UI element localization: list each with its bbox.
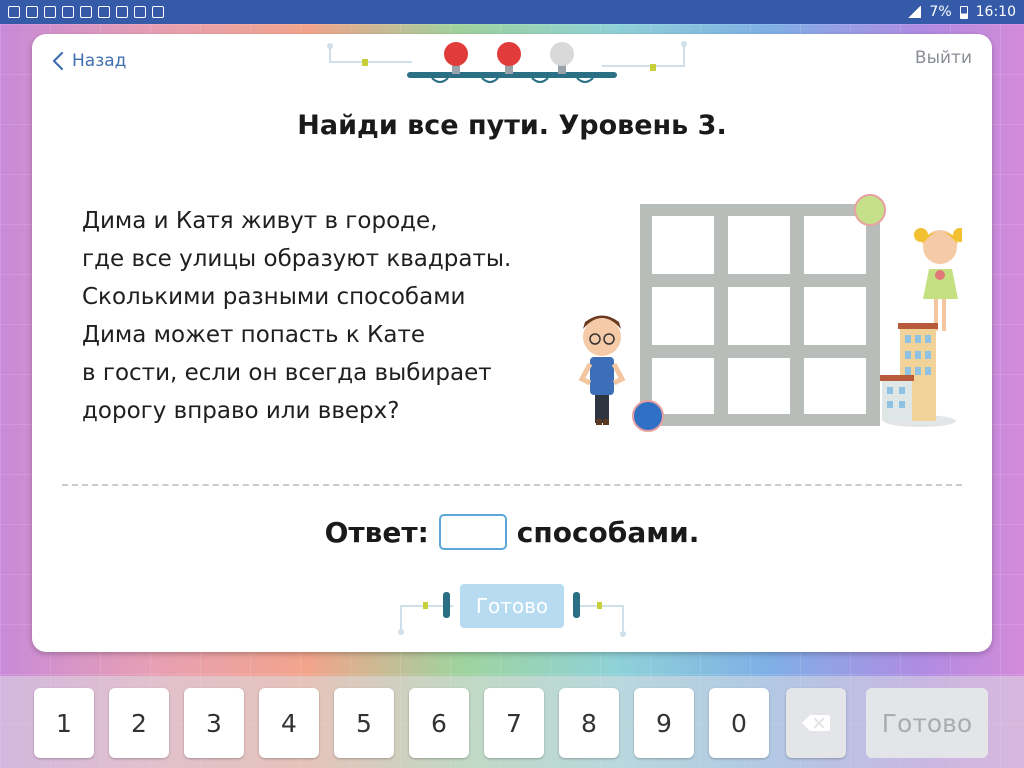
exit-button[interactable]: Выйти xyxy=(915,48,972,68)
keypad-done-button[interactable]: Готово xyxy=(866,688,988,758)
battery-icon xyxy=(959,5,968,19)
notification-icon xyxy=(26,6,38,18)
problem-line: в гости, если он всегда выбирает xyxy=(82,360,492,386)
key-1[interactable]: 1 xyxy=(34,688,94,758)
answer-row: Ответ: способами. xyxy=(32,512,992,552)
progress-lights xyxy=(327,41,687,83)
system-icons: 7% 16:10 xyxy=(907,4,1016,20)
light-bulb-icon xyxy=(444,42,468,74)
notification-icon xyxy=(8,6,20,18)
notification-icon xyxy=(152,6,164,18)
task-card: Назад Выйти Найди все пути. Уровень 3. Д… xyxy=(32,34,992,652)
back-button[interactable]: Назад xyxy=(50,48,126,74)
house-icon xyxy=(880,323,938,421)
ready-button[interactable]: Готово xyxy=(460,584,564,628)
problem-line: Дима может попасть к Кате xyxy=(82,322,426,348)
signal-icon xyxy=(907,6,922,18)
answer-suffix: способами. xyxy=(516,515,700,549)
notification-icon xyxy=(44,6,56,18)
key-5[interactable]: 5 xyxy=(334,688,394,758)
notification-icon xyxy=(62,6,74,18)
backspace-icon xyxy=(802,715,830,731)
problem-line: Сколькими разными способами xyxy=(82,284,466,310)
key-8[interactable]: 8 xyxy=(559,688,619,758)
numeric-keypad: 1 2 3 4 5 6 7 8 9 0 Готово xyxy=(0,676,1024,768)
end-point xyxy=(854,194,886,226)
city-grid-illustration xyxy=(578,194,962,432)
light-bulb-icon xyxy=(497,42,521,74)
boy-character xyxy=(578,315,626,425)
notification-icon xyxy=(98,6,110,18)
battery-percent: 7% xyxy=(929,4,952,20)
backspace-key[interactable] xyxy=(786,688,846,758)
key-0[interactable]: 0 xyxy=(709,688,769,758)
street-grid xyxy=(640,204,880,426)
notification-icon xyxy=(116,6,128,18)
problem-line: где все улицы образуют квадраты. xyxy=(82,246,512,272)
notification-icon xyxy=(134,6,146,18)
light-bulb-icon xyxy=(550,42,574,74)
back-label: Назад xyxy=(72,51,127,71)
key-2[interactable]: 2 xyxy=(109,688,169,758)
answer-input[interactable] xyxy=(438,514,507,550)
key-4[interactable]: 4 xyxy=(259,688,319,758)
status-bar: 7% 16:10 xyxy=(0,0,1024,24)
key-9[interactable]: 9 xyxy=(634,688,694,758)
answer-label: Ответ: xyxy=(324,515,429,549)
ready-button-group: Готово xyxy=(397,582,627,642)
problem-line: дорогу вправо или вверх? xyxy=(82,398,400,424)
key-7[interactable]: 7 xyxy=(484,688,544,758)
problem-text: Дима и Катя живут в городе, где все улиц… xyxy=(82,202,582,430)
girl-character xyxy=(914,228,962,331)
notification-icon xyxy=(80,6,92,18)
key-6[interactable]: 6 xyxy=(409,688,469,758)
problem-line: Дима и Катя живут в городе, xyxy=(82,208,438,234)
start-point xyxy=(632,400,664,432)
page-title: Найди все пути. Уровень 3. xyxy=(297,110,727,141)
notification-icons xyxy=(8,6,164,18)
key-3[interactable]: 3 xyxy=(184,688,244,758)
clock: 16:10 xyxy=(975,4,1016,20)
chevron-left-icon xyxy=(52,51,64,71)
section-divider xyxy=(62,484,962,486)
